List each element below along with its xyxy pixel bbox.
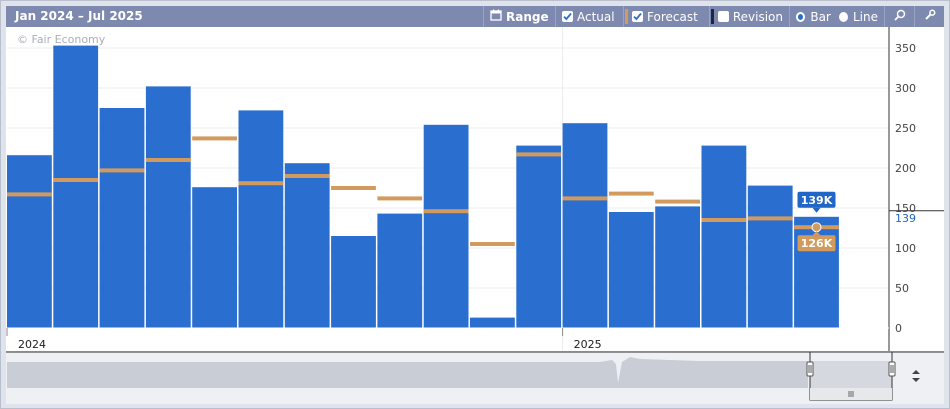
actual-callout-label: 139K [801,194,833,207]
forecast-marker[interactable] [470,242,515,246]
forecast-marker[interactable] [99,168,145,173]
actual-callout-pointer [812,207,821,213]
forecast-marker[interactable] [331,186,376,190]
actual-bar[interactable] [377,213,423,328]
actual-bar[interactable] [608,212,654,328]
actual-bar[interactable] [331,236,376,328]
forecast-marker[interactable] [7,192,52,197]
y-tick-label: 50 [895,282,909,295]
y-tick-label: 300 [895,82,916,95]
forecast-marker[interactable] [562,196,608,201]
y-tick-label: 350 [895,42,916,55]
forecast-marker[interactable] [747,216,793,221]
forecast-marker[interactable] [516,152,562,157]
forecast-marker[interactable] [608,191,654,196]
forecast-marker[interactable] [655,199,700,204]
forecast-marker[interactable] [145,158,191,162]
actual-bar[interactable] [655,206,700,328]
watermark: © Fair Economy [17,33,106,46]
actual-bar[interactable] [562,123,608,328]
forecast-marker[interactable] [238,181,284,186]
actual-bar[interactable] [99,108,145,328]
actual-bar[interactable] [7,155,52,328]
actual-bar[interactable] [53,45,99,328]
actual-bar[interactable] [747,185,793,328]
current-value-marker: 139 [895,212,916,225]
y-tick-label: 200 [895,162,916,175]
forecast-marker[interactable] [284,174,330,178]
chart-svg: 050100150200250300350 2024 2025 139139K12… [6,27,944,351]
forecast-callout-label: 126K [801,237,833,250]
y-tick-label: 0 [895,322,902,335]
forecast-marker[interactable] [192,136,237,141]
year-label: 2024 [18,338,46,351]
forecast-marker[interactable] [423,209,469,214]
actual-bar[interactable] [192,187,237,328]
actual-bar[interactable] [145,86,191,329]
y-tick-label: 100 [895,242,916,255]
actual-bar[interactable] [701,145,747,328]
actual-bar[interactable] [284,163,330,328]
actual-bar[interactable] [238,110,284,329]
y-tick-label: 250 [895,122,916,135]
forecast-current-dot [811,222,822,233]
forecast-marker[interactable] [53,178,99,182]
forecast-marker[interactable] [377,196,423,201]
year-label: 2025 [574,338,602,351]
actual-bar[interactable] [423,124,469,328]
actual-bar[interactable] [516,145,562,328]
actual-bar[interactable] [470,317,515,328]
forecast-marker[interactable] [701,218,747,222]
